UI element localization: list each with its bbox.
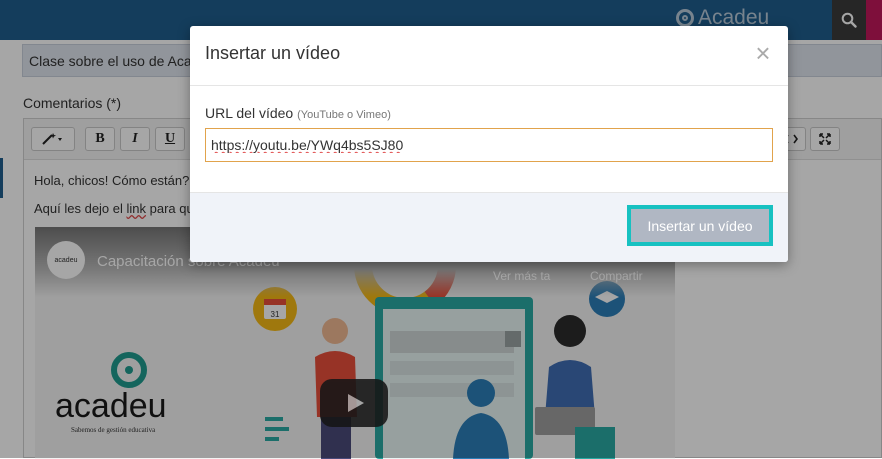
- video-url-input[interactable]: [205, 128, 773, 162]
- close-icon[interactable]: ×: [752, 40, 774, 66]
- url-label: URL del vídeo (YouTube o Vimeo): [205, 105, 391, 121]
- insert-video-button[interactable]: Insertar un vídeo: [627, 205, 773, 246]
- dialog-title: Insertar un vídeo: [205, 43, 341, 63]
- url-hint: (YouTube o Vimeo): [297, 109, 391, 121]
- dialog-header: Insertar un vídeo ×: [190, 26, 788, 86]
- insert-video-dialog: Insertar un vídeo × URL del vídeo (YouTu…: [190, 26, 788, 262]
- url-label-text: URL del vídeo: [205, 105, 294, 121]
